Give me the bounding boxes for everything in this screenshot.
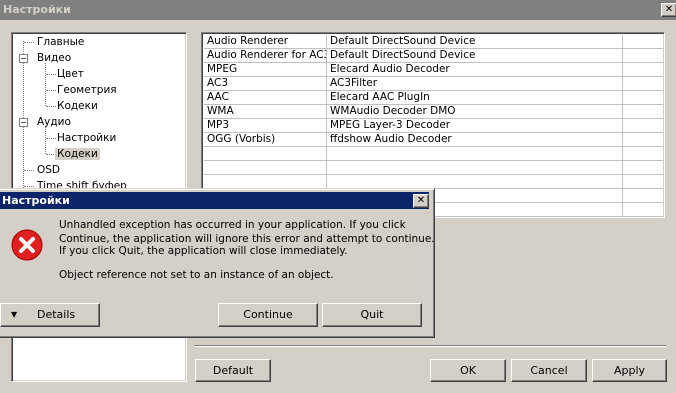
close-icon: ✕ (416, 195, 426, 206)
tree-item-label: Геометрия (57, 84, 117, 96)
tree-item-label: Аудио (37, 116, 71, 128)
tree-item-label: Кодеки (55, 148, 100, 160)
codec-type-cell: Audio Renderer for AC3 (204, 49, 327, 63)
codec-name-cell: WMAudio Decoder DMO (327, 105, 623, 119)
collapse-audio-icon[interactable]: − (19, 118, 28, 127)
empty-cell (623, 175, 663, 189)
tree-item-label: OSD (37, 164, 61, 176)
codec-extra-cell (623, 133, 663, 147)
tree-item-label: Видео (37, 52, 72, 64)
dialog-close-button[interactable]: ✕ (413, 194, 429, 208)
codec-extra-cell (623, 63, 663, 77)
tree-line (46, 138, 56, 139)
tree-line (24, 186, 34, 187)
codec-extra-cell (623, 119, 663, 133)
details-label: Details (37, 308, 76, 321)
dialog-title-bar[interactable]: Настройки ✕ (0, 192, 429, 209)
codec-type-cell: WMA (204, 105, 327, 119)
codec-name-cell: Default DirectSound Device (327, 49, 623, 63)
tree-line (46, 74, 56, 75)
tree-item-audio-codecs[interactable]: Кодеки (55, 147, 100, 162)
tree-line (24, 170, 34, 171)
tree-item-video[interactable]: Видео (37, 51, 71, 66)
tree-line (24, 42, 34, 43)
codec-type-cell: Audio Renderer (204, 35, 327, 49)
empty-cell (623, 189, 663, 203)
empty-cell (204, 161, 327, 175)
default-button[interactable]: Default (195, 359, 271, 382)
codec-name-cell: MPEG Layer-3 Decoder (327, 119, 623, 133)
details-button[interactable]: ▼ Details (0, 303, 100, 327)
codec-extra-cell (623, 77, 663, 91)
bottom-separator (194, 345, 666, 347)
error-message-line: If you click Quit, the application will … (59, 245, 348, 257)
tree-item-video-color[interactable]: Цвет (57, 67, 84, 82)
chevron-down-icon: ▼ (11, 310, 18, 319)
codec-name-cell: Elecard AAC PlugIn (327, 91, 623, 105)
empty-cell (204, 175, 327, 189)
empty-cell (327, 147, 623, 161)
apply-button[interactable]: Apply (592, 359, 667, 382)
empty-cell (327, 175, 623, 189)
codec-type-cell: AAC (204, 91, 327, 105)
tree-item-audio[interactable]: Аудио (37, 115, 71, 130)
codec-name-cell: AC3Filter (327, 77, 623, 91)
window-title: Настройки (3, 3, 71, 16)
tree-line (46, 90, 56, 91)
continue-button[interactable]: Continue (218, 303, 318, 327)
empty-cell (623, 147, 663, 161)
codec-name-cell: ffdshow Audio Decoder (327, 133, 623, 147)
codec-extra-cell (623, 49, 663, 63)
codec-extra-cell (623, 35, 663, 49)
codec-type-cell: OGG (Vorbis) (204, 133, 327, 147)
error-message-line: Continue, the application will ignore th… (59, 233, 435, 245)
dialog-title: Настройки (2, 194, 70, 207)
close-icon: ✕ (664, 4, 674, 15)
tree-item-label: Главные (37, 36, 85, 48)
ok-button[interactable]: OK (430, 359, 506, 382)
codec-name-cell: Elecard Audio Decoder (327, 63, 623, 77)
collapse-video-icon[interactable]: − (19, 54, 28, 63)
tree-item-label: Кодеки (57, 100, 98, 112)
quit-button[interactable]: Quit (322, 303, 422, 327)
codec-type-cell: MP3 (204, 119, 327, 133)
codec-extra-cell (623, 91, 663, 105)
tree-line (45, 127, 46, 154)
empty-cell (204, 147, 327, 161)
error-message-line: Unhandled exception has occurred in your… (59, 219, 406, 231)
empty-cell (623, 161, 663, 175)
window-close-button[interactable]: ✕ (661, 3, 676, 17)
tree-item-osd[interactable]: OSD (37, 163, 60, 178)
codec-type-cell: AC3 (204, 77, 327, 91)
tree-line (45, 63, 46, 106)
codec-type-cell: MPEG (204, 63, 327, 77)
empty-cell (623, 203, 663, 217)
window-title-bar[interactable]: Настройки ✕ (0, 0, 676, 20)
tree-item-label: Настройки (57, 132, 117, 144)
codec-name-cell: Default DirectSound Device (327, 35, 623, 49)
codec-extra-cell (623, 105, 663, 119)
tree-item-video-geometry[interactable]: Геометрия (57, 83, 117, 98)
error-detail-text: Object reference not set to an instance … (59, 269, 334, 281)
tree-line (46, 106, 56, 107)
error-icon (11, 229, 43, 261)
tree-item-main[interactable]: Главные (37, 35, 84, 50)
empty-cell (327, 161, 623, 175)
tree-item-audio-settings[interactable]: Настройки (57, 131, 116, 146)
tree-item-label: Цвет (57, 68, 84, 80)
tree-item-video-codecs[interactable]: Кодеки (57, 99, 98, 114)
error-dialog[interactable]: Настройки ✕ Unhandled exception has occu… (0, 188, 435, 338)
cancel-button[interactable]: Cancel (511, 359, 587, 382)
